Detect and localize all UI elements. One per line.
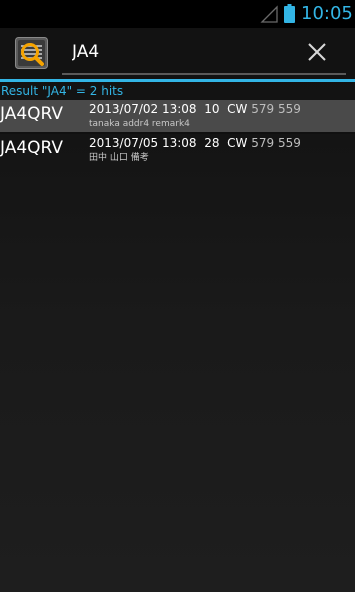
- rst-sent: 579: [251, 102, 275, 116]
- callsign: JA4QRV: [0, 138, 64, 158]
- search-log-icon[interactable]: [15, 37, 48, 69]
- close-icon[interactable]: [305, 40, 329, 64]
- status-bar: 10:05: [0, 0, 355, 28]
- battery-icon: [284, 4, 295, 23]
- search-underline: [62, 73, 346, 75]
- list-item[interactable]: JA4QRV 2013/07/02 13:08 10 CW 579 559 ta…: [0, 100, 355, 132]
- result-summary: Result "JA4" = 2 hits: [1, 84, 124, 98]
- accent-divider: [0, 79, 355, 82]
- qso-details: 2013/07/05 13:08 28 CW 579 559: [89, 135, 301, 151]
- result-list: JA4QRV 2013/07/02 13:08 10 CW 579 559 ta…: [0, 100, 355, 166]
- rst-sent: 579: [251, 136, 275, 150]
- band: 10: [204, 102, 220, 116]
- callsign: JA4QRV: [0, 104, 64, 124]
- datetime: 2013/07/05 13:08: [89, 136, 197, 150]
- datetime: 2013/07/02 13:08: [89, 102, 197, 116]
- list-item[interactable]: JA4QRV 2013/07/05 13:08 28 CW 579 559 田中…: [0, 134, 355, 166]
- qso-details: 2013/07/02 13:08 10 CW 579 559: [89, 101, 301, 117]
- remark: 田中 山口 備考: [89, 153, 149, 163]
- mode: CW: [227, 136, 248, 150]
- rst-received: 559: [277, 136, 301, 150]
- search-input[interactable]: [64, 36, 302, 68]
- mode: CW: [227, 102, 248, 116]
- clock: 10:05: [301, 3, 353, 24]
- remark: tanaka addr4 remark4: [89, 119, 190, 129]
- action-bar: [0, 28, 355, 79]
- rst-received: 559: [277, 102, 301, 116]
- band: 28: [204, 136, 220, 150]
- signal-icon: [260, 5, 278, 23]
